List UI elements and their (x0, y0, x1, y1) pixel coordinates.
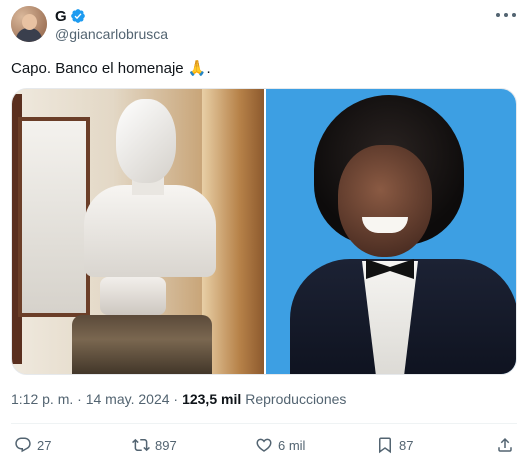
bust-photo-window (18, 117, 90, 317)
bookmark-button[interactable]: 87 (376, 436, 413, 454)
tweet-time[interactable]: 1:12 p. m. (11, 391, 73, 407)
actions-divider (11, 423, 517, 424)
bust-photo-pedestal-top (100, 277, 166, 315)
praying-hands-emoji: 🙏 (187, 60, 207, 77)
media-grid (11, 88, 517, 375)
more-options-icon[interactable] (496, 8, 516, 22)
like-button[interactable]: 6 mil (255, 436, 305, 454)
reply-count: 27 (37, 437, 52, 453)
view-count-label: Reproducciones (245, 391, 347, 407)
tweet-trailing-punctuation: . (206, 60, 211, 77)
view-count: 123,5 mil (182, 391, 242, 407)
tweet-date[interactable]: 14 may. 2024 (86, 391, 170, 407)
verified-badge-icon (70, 9, 85, 23)
portrait-photo-face (338, 145, 432, 257)
meta-separator-2: · (173, 391, 179, 407)
repost-icon (132, 438, 150, 452)
tweet-body: Capo. Banco el homenaje (11, 60, 188, 77)
author-name-row[interactable]: G (55, 7, 86, 25)
avatar-face (22, 14, 37, 30)
heart-icon (256, 438, 272, 452)
tweet-text: Capo. Banco el homenaje 🙏. (11, 59, 211, 79)
bookmark-count: 87 (399, 437, 414, 453)
repost-button[interactable]: 897 (132, 436, 177, 454)
share-icon (498, 437, 512, 452)
author-handle[interactable]: @giancarlobrusca (55, 26, 168, 42)
avatar[interactable] (11, 6, 47, 42)
reply-button[interactable]: 27 (14, 436, 51, 454)
media-image-bust[interactable] (12, 89, 264, 374)
like-count: 6 mil (278, 437, 306, 453)
meta-separator: · (77, 391, 82, 407)
tweet-meta: 1:12 p. m. · 14 may. 2024 · 123,5 mil Re… (11, 391, 346, 407)
bust-photo-statue-head (116, 99, 176, 183)
media-image-portrait[interactable] (266, 89, 516, 374)
share-button[interactable] (496, 436, 519, 454)
bust-photo-pedestal-base (72, 315, 212, 374)
bookmark-icon (379, 437, 391, 454)
bust-photo-statue-body (84, 185, 216, 277)
display-name[interactable]: G (55, 8, 67, 25)
repost-count: 897 (155, 437, 177, 453)
reply-icon (15, 437, 31, 453)
tweet-card[interactable]: G @giancarlobrusca Capo. Banco el homena… (0, 0, 526, 466)
